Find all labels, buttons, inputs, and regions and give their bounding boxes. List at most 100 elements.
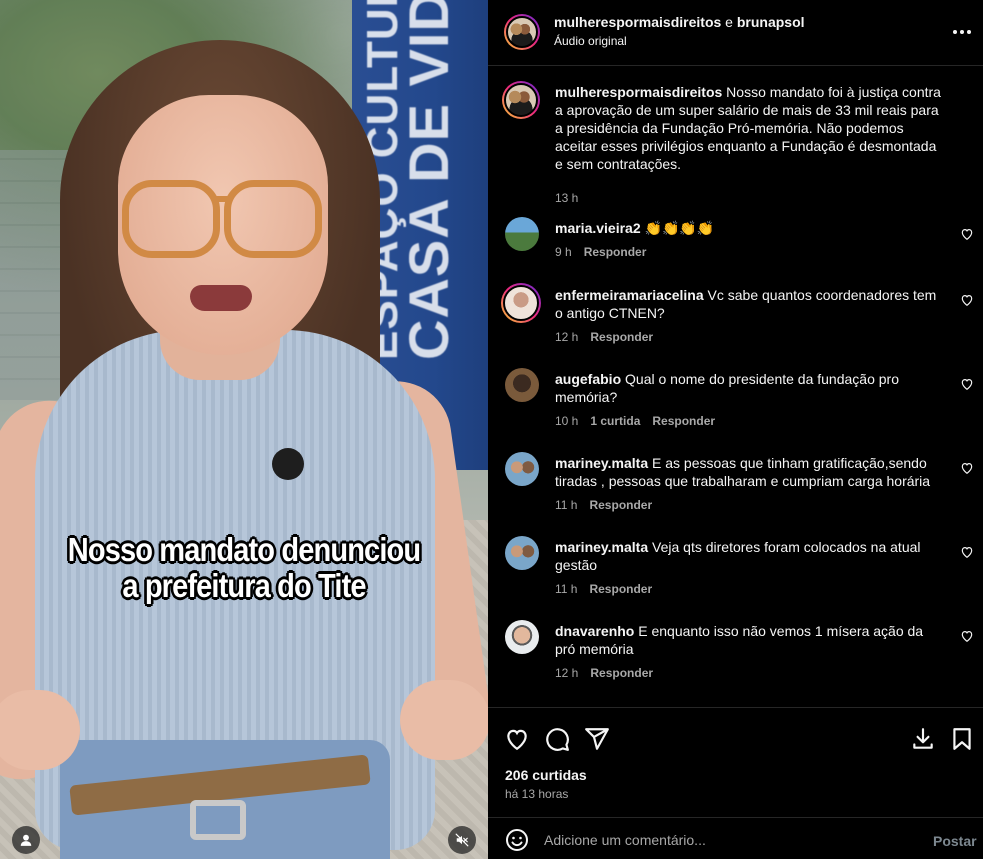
reply-button[interactable]: Responder — [590, 666, 653, 680]
comment-time[interactable]: 11 h — [555, 498, 577, 512]
header-avatar[interactable] — [504, 14, 540, 50]
comment-likes[interactable]: 1 curtida — [590, 414, 640, 428]
share-icon[interactable] — [584, 726, 610, 752]
heart-icon[interactable] — [960, 377, 974, 391]
comment-meta: 12 h Responder — [555, 666, 653, 680]
caption-username[interactable]: mulherespormaisdireitos — [555, 84, 722, 100]
comment-meta: 10 h 1 curtida Responder — [555, 414, 715, 428]
reply-button[interactable]: Responder — [589, 582, 652, 596]
comment-username[interactable]: enfermeiramariacelina — [555, 287, 704, 303]
comment-item: dnavarenho E enquanto isso não vemos 1 m… — [488, 620, 983, 700]
comment-time[interactable]: 12 h — [555, 666, 578, 680]
download-icon[interactable] — [910, 726, 936, 752]
post-panel: mulherespormaisdireitos e brunapsol Áudi… — [488, 0, 983, 859]
caption-time[interactable]: 13 h — [555, 191, 578, 205]
more-dot — [967, 30, 971, 34]
post-caption: mulherespormaisdireitos Nosso mandato fo… — [488, 79, 983, 205]
comment-meta: 12 h Responder — [555, 330, 653, 344]
comment-text: mariney.malta Veja qts diretores foram c… — [555, 538, 945, 574]
comment-text: augefabio Qual o nome do presidente da f… — [555, 370, 945, 406]
comment-username[interactable]: augefabio — [555, 371, 621, 387]
comment-text: enfermeiramariacelina Vc sabe quantos co… — [555, 286, 945, 322]
heart-icon[interactable] — [504, 726, 530, 752]
post-header: mulherespormaisdireitos e brunapsol Áudi… — [488, 0, 983, 66]
post-button[interactable]: Postar — [933, 833, 977, 849]
speaker-figure — [0, 0, 488, 859]
belt-buckle — [190, 800, 246, 840]
comment-item: mariney.malta Veja qts diretores foram c… — [488, 536, 983, 616]
comment-username[interactable]: dnavarenho — [555, 623, 634, 639]
more-options-button[interactable] — [950, 20, 974, 44]
caption-line-2: a prefeitura do Tite — [122, 567, 366, 604]
comment-item: augefabio Qual o nome do presidente da f… — [488, 368, 983, 448]
comment-meta: 11 h Responder — [555, 498, 652, 512]
mute-button[interactable] — [448, 826, 476, 854]
comment-icon[interactable] — [544, 726, 570, 752]
reply-button[interactable]: Responder — [590, 330, 653, 344]
user-icon — [20, 834, 32, 846]
mouth — [190, 285, 252, 311]
comment-meta: 9 h Responder — [555, 245, 646, 259]
more-dot — [960, 30, 964, 34]
comment-username[interactable]: mariney.malta — [555, 455, 648, 471]
comment-avatar[interactable] — [501, 283, 541, 323]
caption-avatar[interactable] — [502, 81, 540, 119]
author-link-2[interactable]: brunapsol — [737, 14, 805, 30]
avatar-image — [506, 16, 538, 48]
caption-text: mulherespormaisdireitos Nosso mandato fo… — [555, 83, 945, 173]
reel-video[interactable]: ESPAÇO CULTURAL CASA DE VIDRO Nosso mand… — [0, 0, 488, 859]
authors-conjunction: e — [725, 14, 733, 30]
glasses-bridge — [214, 196, 230, 202]
heart-icon[interactable] — [960, 461, 974, 475]
heart-icon[interactable] — [960, 545, 974, 559]
tagged-users-button[interactable] — [12, 826, 40, 854]
caption-meta: 13 h — [555, 191, 578, 205]
comment-body: 👏👏👏👏 — [644, 220, 715, 236]
heart-icon[interactable] — [960, 629, 974, 643]
bookmark-icon[interactable] — [949, 726, 975, 752]
avatar-image — [503, 285, 539, 321]
comment-avatar[interactable] — [505, 536, 539, 570]
heart-icon[interactable] — [960, 293, 974, 307]
comment-avatar[interactable] — [505, 452, 539, 486]
comment-input[interactable] — [544, 829, 904, 851]
likes-count[interactable]: 206 curtidas — [505, 767, 587, 783]
reply-button[interactable]: Responder — [589, 498, 652, 512]
comment-item: mariney.malta E as pessoas que tinham gr… — [488, 452, 983, 532]
right-hand — [400, 680, 488, 760]
reply-button[interactable]: Responder — [652, 414, 715, 428]
heart-icon[interactable] — [960, 227, 974, 241]
emoji-icon[interactable] — [505, 828, 529, 852]
comment-meta: 11 h Responder — [555, 582, 652, 596]
header-authors: mulherespormaisdireitos e brunapsol — [554, 14, 805, 30]
comment-text: maria.vieira2 👏👏👏👏 — [555, 219, 945, 237]
shirt-pin — [272, 448, 304, 480]
comment-time[interactable]: 11 h — [555, 582, 577, 596]
glasses-left-lens — [122, 180, 220, 258]
avatar-image — [504, 83, 538, 117]
author-link-1[interactable]: mulherespormaisdireitos — [554, 14, 721, 30]
glasses-right-lens — [224, 180, 322, 258]
comment-text: dnavarenho E enquanto isso não vemos 1 m… — [555, 622, 945, 658]
left-hand — [0, 690, 80, 770]
comment-time[interactable]: 10 h — [555, 414, 578, 428]
caption-line-1: Nosso mandato denunciou — [67, 531, 421, 568]
comment-composer: Postar — [488, 817, 983, 859]
comment-avatar[interactable] — [505, 620, 539, 654]
video-caption: Nosso mandato denunciou a prefeitura do … — [29, 532, 458, 604]
comment-time[interactable]: 9 h — [555, 245, 572, 259]
reply-button[interactable]: Responder — [584, 245, 647, 259]
comment-username[interactable]: maria.vieira2 — [555, 220, 641, 236]
comment-avatar[interactable] — [505, 368, 539, 402]
more-options-icon — [953, 30, 957, 34]
post-time-ago[interactable]: há 13 horas — [505, 787, 568, 801]
comment-time[interactable]: 12 h — [555, 330, 578, 344]
mute-icon — [455, 833, 469, 847]
comment-username[interactable]: mariney.malta — [555, 539, 648, 555]
comment-item: maria.vieira2 👏👏👏👏 9 h Responder — [488, 217, 983, 277]
audio-label[interactable]: Áudio original — [554, 34, 627, 48]
comment-avatar[interactable] — [505, 217, 539, 251]
post-actions: 206 curtidas há 13 horas — [488, 707, 983, 817]
comment-item: enfermeiramariacelina Vc sabe quantos co… — [488, 283, 983, 363]
comments-list[interactable]: mulherespormaisdireitos Nosso mandato fo… — [488, 67, 983, 707]
